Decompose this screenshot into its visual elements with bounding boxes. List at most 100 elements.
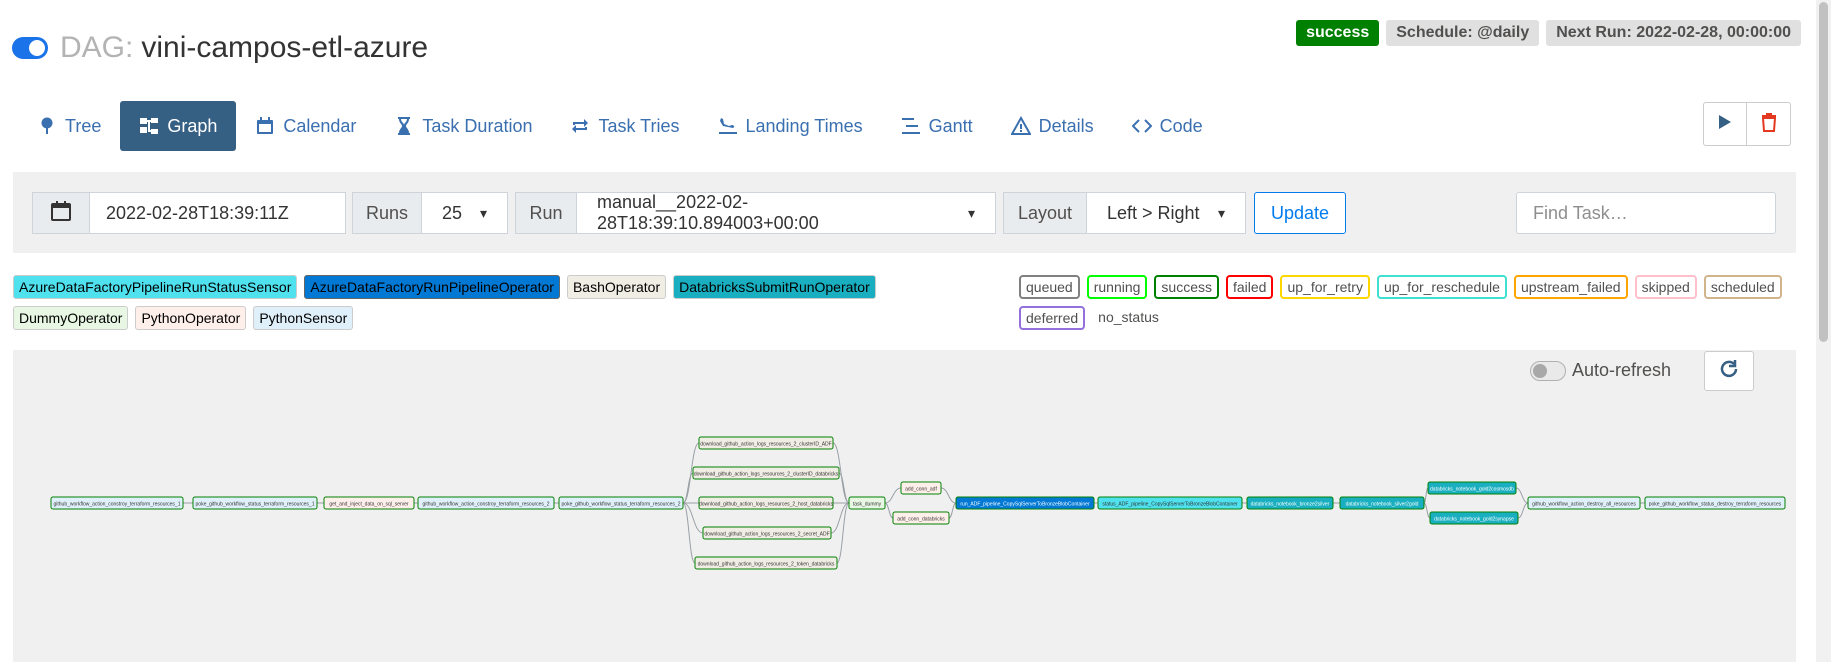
calendar-icon	[50, 200, 72, 227]
update-button[interactable]: Update	[1254, 192, 1347, 234]
task-node[interactable]: add_conn_databricks	[892, 511, 950, 525]
task-node[interactable]: github_workflow_action_destroy_all_resou…	[1527, 496, 1641, 510]
graph-edge	[836, 502, 850, 564]
run-label: Run	[515, 192, 577, 234]
task-node[interactable]: run_ADF_pipeline_CopySqlServerToBronzeBl…	[955, 496, 1095, 510]
state-legend-upstream-failed[interactable]: upstream_failed	[1513, 275, 1628, 299]
run-select[interactable]: manual__2022-02-28T18:39:10.894003+00:00…	[576, 192, 996, 234]
graph-edge	[1515, 487, 1529, 504]
plane-landing-icon	[718, 116, 738, 136]
layout-select[interactable]: Left > Right ▾	[1086, 192, 1246, 234]
runs-select[interactable]: 25 ▾	[421, 192, 508, 234]
graph-edge	[1423, 502, 1431, 519]
page-scrollbar[interactable]	[1816, 0, 1831, 662]
task-node[interactable]: task_dummy	[848, 496, 886, 510]
task-node[interactable]: status_ADF_pipeline_CopySqlServerToBronz…	[1097, 496, 1243, 510]
operator-legend: AzureDataFactoryPipelineRunStatusSensor A…	[13, 275, 983, 330]
tab-task-tries[interactable]: Task Tries	[551, 101, 698, 151]
task-node[interactable]: databricks_notebook_silver2gold	[1339, 496, 1425, 510]
scrollbar-thumb[interactable]	[1819, 2, 1828, 342]
base-date-input[interactable]: 2022-02-28T18:39:11Z	[89, 192, 346, 234]
tab-label: Code	[1159, 115, 1203, 136]
hourglass-icon	[394, 116, 414, 136]
base-date-addon	[32, 192, 90, 234]
dag-pause-toggle[interactable]	[12, 37, 48, 59]
state-legend-up-for-retry[interactable]: up_for_retry	[1280, 275, 1370, 299]
state-legend-queued[interactable]: queued	[1019, 275, 1080, 299]
operator-legend-item: DummyOperator	[13, 306, 129, 330]
graph-icon	[139, 116, 159, 136]
dag-badges: success Schedule: @daily Next Run: 2022-…	[1296, 20, 1801, 46]
task-node-label: github_workflow_action_constroy_terrafor…	[53, 502, 180, 508]
tab-label: Tree	[65, 115, 102, 136]
state-legend-no-status[interactable]: no_status	[1092, 306, 1165, 330]
task-node[interactable]: databricks_notebook_bronze2silver	[1246, 496, 1334, 510]
dag-header: DAG: vini-campos-etl-azure	[12, 24, 428, 72]
state-legend-failed[interactable]: failed	[1226, 275, 1274, 299]
operator-legend-item: PythonOperator	[135, 306, 247, 330]
task-node-label: download_github_action_logs_resources_2_…	[694, 472, 839, 478]
task-node-label: run_ADF_pipeline_CopySqlServerToBronzeBl…	[960, 502, 1090, 508]
tab-code[interactable]: Code	[1113, 101, 1222, 151]
next-run-badge: Next Run: 2022-02-28, 00:00:00	[1546, 20, 1801, 46]
task-node[interactable]: databricks_notebook_gold2synapse	[1429, 511, 1519, 525]
task-node-label: get_and_inject_data_on_sql_server	[329, 502, 409, 508]
task-node[interactable]: download_github_action_logs_resources_2_…	[692, 466, 840, 480]
find-task-input[interactable]: Find Task…	[1516, 192, 1776, 234]
state-legend-success[interactable]: success	[1154, 275, 1219, 299]
task-node-label: databricks_notebook_gold2synapse	[1434, 517, 1514, 523]
runs-value: 25	[442, 202, 463, 223]
task-node[interactable]: get_and_inject_data_on_sql_server	[323, 496, 415, 510]
dag-graph: github_workflow_action_constroy_terrafor…	[50, 436, 1786, 570]
task-node[interactable]: add_conn_adf	[900, 481, 942, 495]
tab-label: Calendar	[283, 115, 357, 136]
operator-legend-item: PythonSensor	[253, 306, 354, 330]
delete-dag-button[interactable]	[1747, 102, 1791, 146]
operator-legend-item: AzureDataFactoryPipelineRunStatusSensor	[13, 275, 298, 299]
task-node[interactable]: download_github_action_logs_resources_2_…	[698, 436, 834, 450]
state-legend-scheduled[interactable]: scheduled	[1703, 275, 1782, 299]
task-node[interactable]: github_workflow_action_constroy_terrafor…	[50, 496, 184, 510]
calendar-icon	[255, 116, 275, 136]
task-node[interactable]: poke_github_workflow_status_terraform_re…	[192, 496, 318, 510]
state-legend-deferred[interactable]: deferred	[1019, 306, 1086, 330]
state-legend-skipped[interactable]: skipped	[1634, 275, 1697, 299]
tab-landing-times[interactable]: Landing Times	[699, 101, 882, 151]
task-node-label: add_conn_databricks	[897, 517, 945, 523]
gantt-icon	[901, 116, 921, 136]
task-node-label: github_workflow_action_constroy_terrafor…	[422, 502, 549, 508]
task-node[interactable]: download_github_action_logs_resources_2_…	[694, 556, 838, 570]
task-node-label: poke_github_workflow_status_terraform_re…	[562, 502, 681, 508]
tab-calendar[interactable]: Calendar	[236, 101, 375, 151]
task-node[interactable]: download_github_action_logs_resources_2_…	[698, 496, 834, 510]
layout-value: Left > Right	[1107, 202, 1200, 223]
task-node[interactable]: github_workflow_action_constroy_terrafor…	[417, 496, 555, 510]
tab-gantt[interactable]: Gantt	[882, 101, 992, 151]
state-legend-running[interactable]: running	[1086, 275, 1148, 299]
dag-graph-panel: Auto-refresh github_workflow_action_cons…	[13, 350, 1796, 662]
tab-tree[interactable]: Tree	[18, 101, 120, 151]
tab-graph[interactable]: Graph	[120, 101, 237, 151]
trigger-dag-button[interactable]	[1703, 102, 1747, 146]
state-legend-up-for-reschedule[interactable]: up_for_reschedule	[1376, 275, 1507, 299]
task-node-label: databricks_notebook_bronze2silver	[1251, 502, 1330, 508]
task-node-label: task_dummy	[853, 502, 882, 508]
graph-edge	[682, 502, 696, 564]
chevron-down-icon: ▾	[1217, 204, 1225, 221]
chevron-down-icon: ▾	[479, 204, 487, 221]
task-node[interactable]: download_github_action_logs_resources_2_…	[702, 526, 832, 540]
task-node-label: download_github_action_logs_resources_2_…	[700, 442, 831, 448]
dag-prefix: DAG:	[60, 31, 134, 64]
tab-label: Task Duration	[422, 115, 533, 136]
task-node[interactable]: poke_github_workflow_status_destroy_terr…	[1644, 496, 1786, 510]
play-icon	[1718, 114, 1732, 135]
tab-details[interactable]: Details	[992, 101, 1113, 151]
task-node[interactable]: databricks_notebook_gold2cosmosdb	[1427, 481, 1517, 495]
runs-label: Runs	[352, 192, 422, 234]
task-node-label: download_github_action_logs_resources_2_…	[699, 502, 833, 508]
task-node[interactable]: poke_github_workflow_status_terraform_re…	[558, 496, 684, 510]
chevron-down-icon: ▾	[967, 204, 975, 221]
graph-edge	[1517, 502, 1529, 519]
graph-edge	[940, 487, 957, 504]
tab-task-duration[interactable]: Task Duration	[375, 101, 551, 151]
